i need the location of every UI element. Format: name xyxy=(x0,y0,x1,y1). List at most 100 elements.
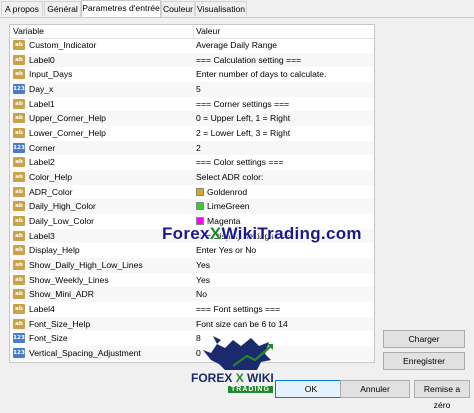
parameter-value[interactable]: Enter Yes or No xyxy=(196,245,256,255)
string-type-icon: ab xyxy=(13,54,25,65)
table-row[interactable]: ab Label0 === Calculation setting === xyxy=(10,52,374,68)
logo-post: WIKI xyxy=(247,371,274,385)
parameter-value[interactable]: LimeGreen xyxy=(196,201,250,211)
table-row[interactable]: ab Custom_Indicator Average Daily Range xyxy=(10,38,374,53)
logo-wordmark: FOREX X WIKI xyxy=(191,371,274,385)
number-type-icon: 123 xyxy=(13,83,25,94)
string-type-icon: ab xyxy=(13,215,25,226)
parameter-value[interactable]: Average Daily Range xyxy=(196,40,277,50)
table-row[interactable]: ab Input_Days Enter number of days to calc… xyxy=(10,67,374,82)
color-name: LimeGreen xyxy=(207,201,250,212)
string-type-icon: ab xyxy=(13,230,25,241)
string-type-icon: ab xyxy=(13,245,25,256)
table-row[interactable]: ab Lower_Corner_Help 2 = Lower Left, 3 = R… xyxy=(10,126,374,141)
string-type-icon: ab xyxy=(13,318,25,329)
parameter-value[interactable]: Select ADR color: xyxy=(196,172,263,182)
table-row[interactable]: ab Color_Help Select ADR color: xyxy=(10,169,374,185)
parameter-value[interactable]: Goldenrod xyxy=(196,187,247,197)
parameter-name: Show_Weekly_Lines xyxy=(29,274,109,285)
table-row[interactable]: ab Label1 === Corner settings === xyxy=(10,97,374,112)
parameter-name: Custom_Indicator xyxy=(29,40,97,50)
tab-visualisation[interactable]: Visualisation xyxy=(195,1,247,16)
cancel-button[interactable]: Annuler xyxy=(340,380,410,398)
parameter-name: Label1 xyxy=(29,98,55,109)
tab-parametres-entree[interactable]: Parametres d'entrée xyxy=(81,0,161,17)
parameter-value[interactable]: 2 = Lower Left, 3 = Right xyxy=(196,128,290,138)
parameter-name: Label4 xyxy=(29,303,55,314)
watermark-x: X xyxy=(209,224,222,243)
parameter-name: Label2 xyxy=(29,157,55,168)
parameter-value[interactable]: === Font settings === xyxy=(196,304,280,314)
string-type-icon: ab xyxy=(13,303,25,314)
parameter-name: Label0 xyxy=(29,54,55,65)
number-type-icon: 123 xyxy=(13,347,25,358)
parameter-name: Vertical_Spacing_Adjustment xyxy=(29,347,141,358)
column-divider[interactable] xyxy=(193,25,194,38)
logo-subtitle: TRADING xyxy=(228,386,273,393)
ok-button[interactable]: OK xyxy=(275,380,347,398)
parameter-name: Daily_Low_Color xyxy=(29,215,94,226)
parameter-name: Font_Size xyxy=(29,333,68,344)
table-row[interactable]: ab Upper_Corner_Help 0 = Upper Left, 1 = R… xyxy=(10,111,374,126)
number-type-icon: 123 xyxy=(13,333,25,344)
number-type-icon: 123 xyxy=(13,142,25,153)
parameter-value[interactable]: 0 = Upper Left, 1 = Right xyxy=(196,113,290,123)
string-type-icon: ab xyxy=(13,113,25,124)
parameter-value[interactable]: Enter number of days to calculate. xyxy=(196,69,326,79)
column-header-variable[interactable]: Variable xyxy=(13,26,44,36)
parameter-value[interactable]: 2 xyxy=(196,143,201,153)
table-row[interactable]: ab Daily_High_Color LimeGreen xyxy=(10,199,374,214)
parameter-name: Show_Mini_ADR xyxy=(29,289,94,300)
table-row[interactable]: ab Display_Help Enter Yes or No xyxy=(10,243,374,258)
parameter-value[interactable]: === Corner settings === xyxy=(196,99,289,109)
table-row[interactable]: 123 Day_x 5 xyxy=(10,81,374,97)
parameter-name: Label3 xyxy=(29,230,55,241)
string-type-icon: ab xyxy=(13,259,25,270)
table-row[interactable]: ab Show_Weekly_Lines Yes xyxy=(10,273,374,288)
parameter-value[interactable]: === Color settings === xyxy=(196,157,283,167)
string-type-icon: ab xyxy=(13,201,25,212)
color-name: Goldenrod xyxy=(207,186,248,197)
reset-button[interactable]: Remise a zéro xyxy=(414,380,470,410)
table-row[interactable]: 123 Corner 2 xyxy=(10,140,374,156)
parameters-grid: Variable Valeur ab Custom_Indicator Averag… xyxy=(9,24,375,363)
string-type-icon: ab xyxy=(13,157,25,168)
column-header-value[interactable]: Valeur xyxy=(196,26,220,36)
parameter-value[interactable]: Yes xyxy=(196,260,210,270)
table-row[interactable]: ab Show_Daily_High_Low_Lines Yes xyxy=(10,257,374,273)
parameter-name: Lower_Corner_Help xyxy=(29,127,106,138)
watermark-text: ForexXWikiTrading.com xyxy=(162,224,362,244)
parameter-name: Upper_Corner_Help xyxy=(29,113,106,124)
save-button[interactable]: Enregistrer xyxy=(383,352,465,370)
table-row[interactable]: ab Label2 === Color settings === xyxy=(10,155,374,170)
table-row[interactable]: ab Label4 === Font settings === xyxy=(10,302,374,317)
parameter-name: Day_x xyxy=(29,83,54,94)
string-type-icon: ab xyxy=(13,40,25,50)
tab-a-propos[interactable]: A propos xyxy=(1,1,43,16)
parameter-value[interactable]: Yes xyxy=(196,275,210,285)
parameter-name: Font_Size_Help xyxy=(29,318,91,329)
parameter-name: Input_Days xyxy=(29,69,73,80)
parameter-name: Show_Daily_High_Low_Lines xyxy=(29,259,143,270)
string-type-icon: ab xyxy=(13,186,25,197)
table-row[interactable]: ab Show_Mini_ADR No xyxy=(10,287,374,302)
watermark-pre: Forex xyxy=(162,224,210,243)
logo-pre: FOREX xyxy=(191,371,233,385)
string-type-icon: ab xyxy=(13,171,25,182)
parameter-name: Display_Help xyxy=(29,245,80,256)
parameter-value[interactable]: 5 xyxy=(196,84,201,94)
color-swatch xyxy=(196,202,204,211)
logo-x: X xyxy=(235,371,244,385)
parameter-name: Color_Help xyxy=(29,171,72,182)
string-type-icon: ab xyxy=(13,289,25,300)
tab-couleur[interactable]: Couleur xyxy=(161,1,195,16)
tab-bar: A propos Général Parametres d'entrée Cou… xyxy=(0,0,474,18)
parameter-name: Corner xyxy=(29,142,56,153)
string-type-icon: ab xyxy=(13,127,25,138)
parameter-value[interactable]: === Calculation setting === xyxy=(196,55,301,65)
table-row[interactable]: ab ADR_Color Goldenrod xyxy=(10,185,374,200)
tab-general[interactable]: Général xyxy=(44,1,81,16)
watermark-post: WikiTrading.com xyxy=(221,224,362,243)
parameter-value[interactable]: No xyxy=(196,289,207,299)
load-button[interactable]: Charger xyxy=(383,330,465,348)
